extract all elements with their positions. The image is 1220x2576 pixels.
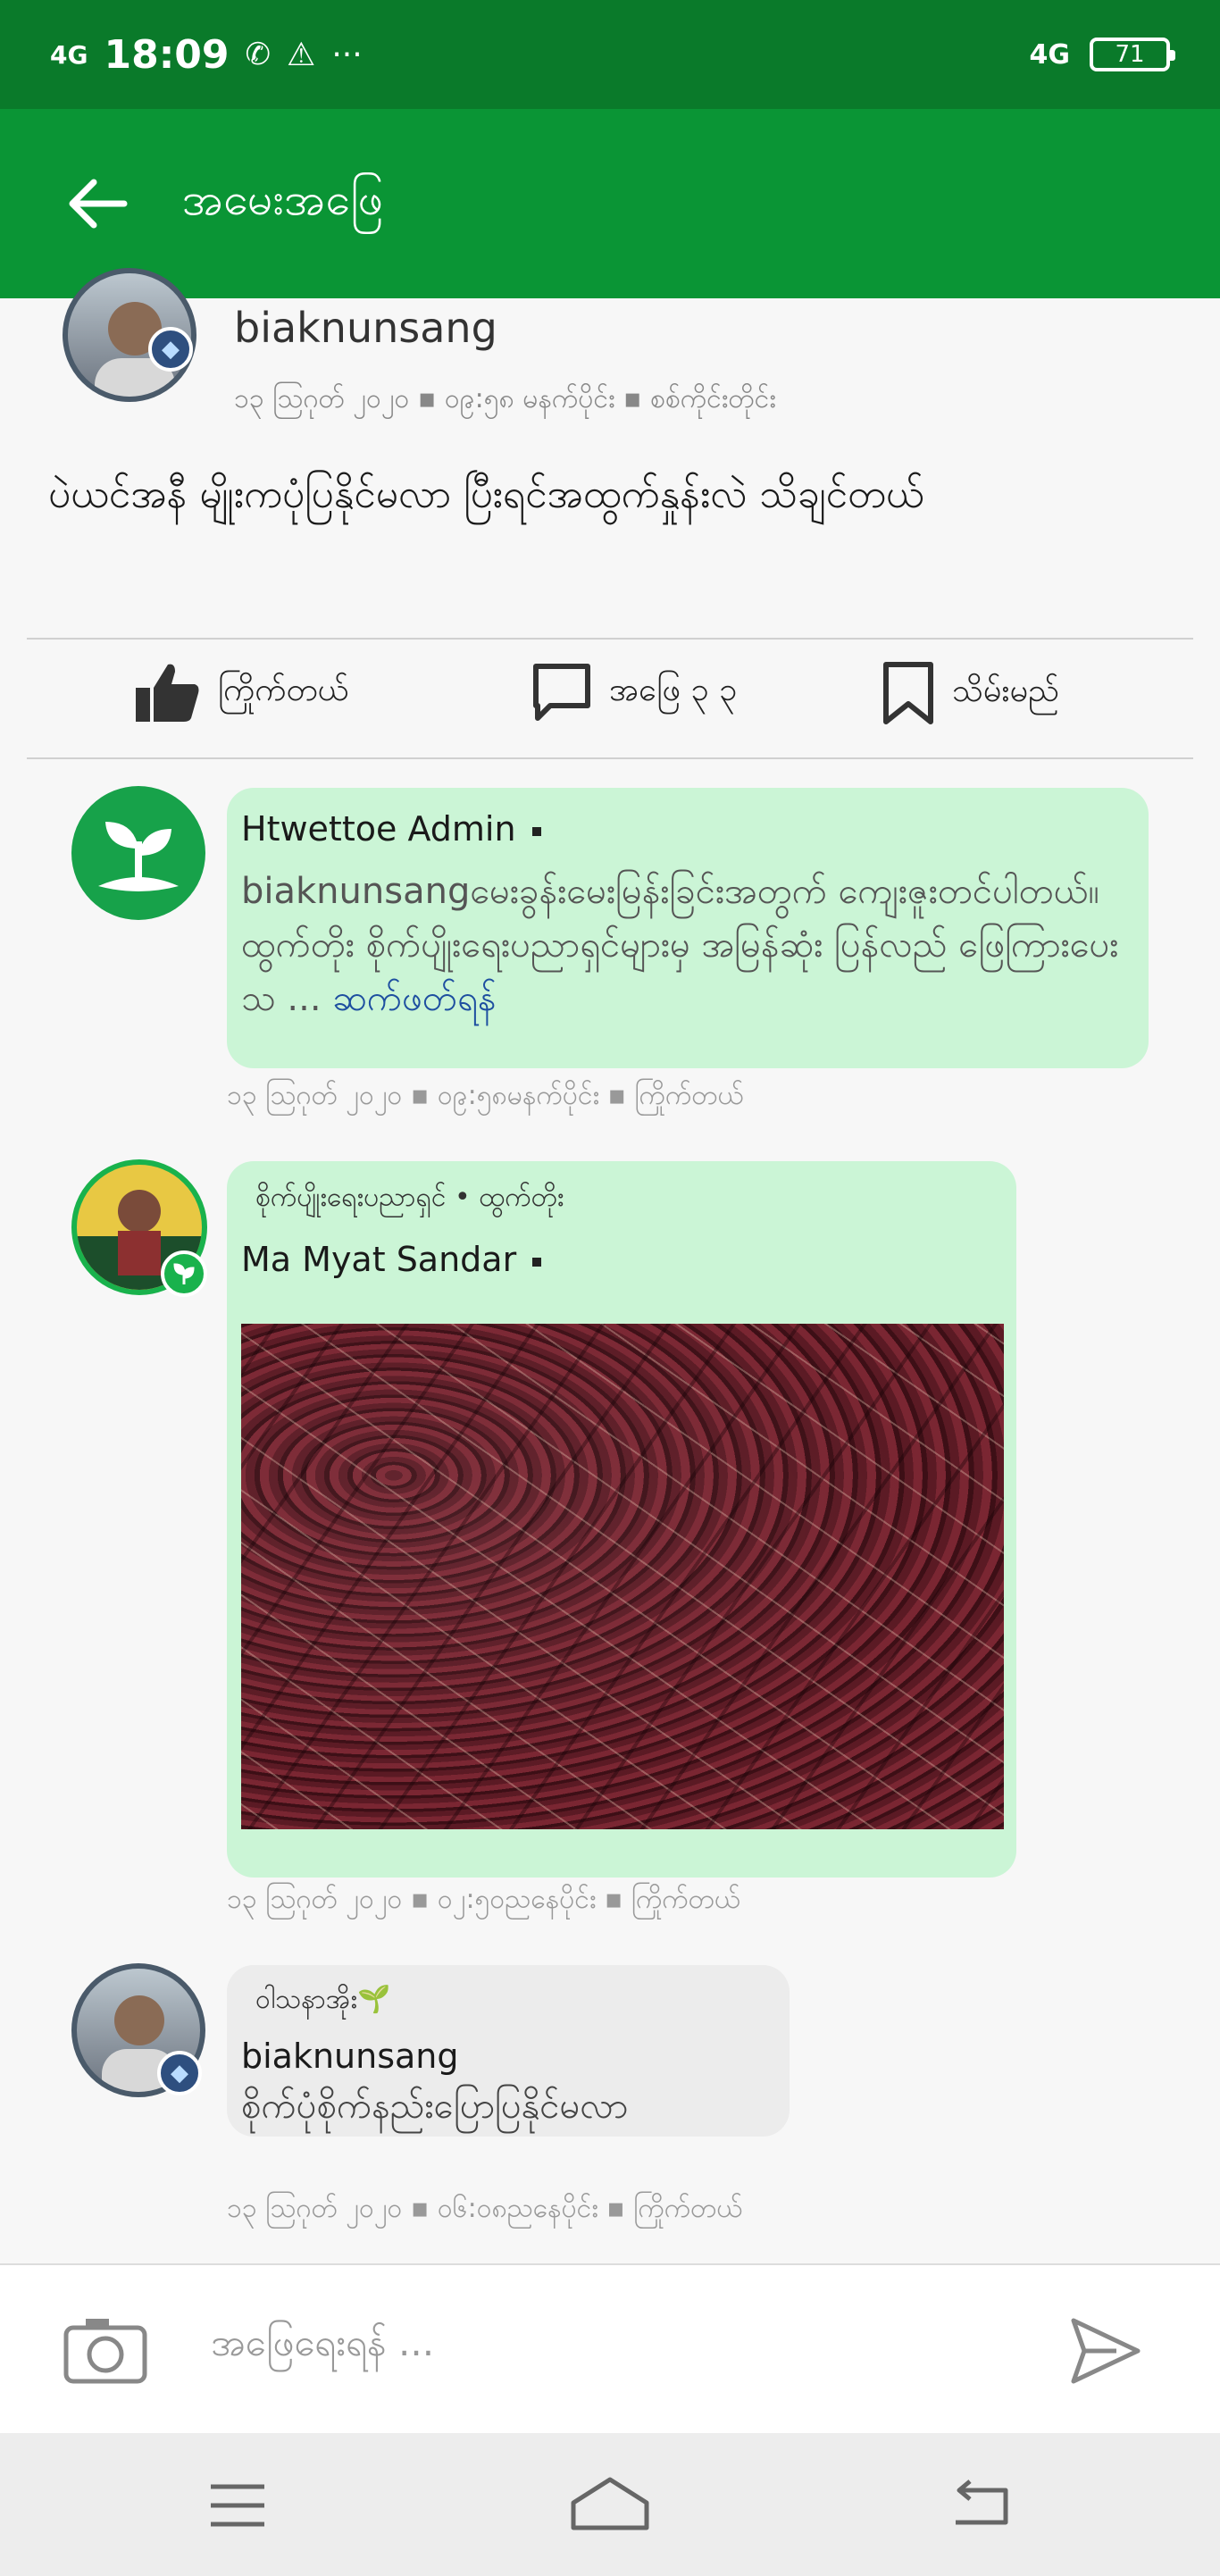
signal-icon: 4G — [50, 39, 88, 70]
send-icon — [1071, 2318, 1141, 2384]
comment-bubble: ဝါသနာအိုး🌱 biaknunsang စိုက်ပုံစိုက်နည်း… — [227, 1965, 790, 2137]
post-actions: ကြိုက်တယ် အဖြေ ၃ ၃ သိမ်းမည် — [0, 636, 1220, 747]
home-button[interactable] — [568, 2472, 652, 2538]
badge-dot — [532, 1257, 542, 1267]
badge-dot — [531, 826, 541, 836]
save-label: သိမ်းမည် — [952, 673, 1059, 709]
save-button[interactable]: သိမ်းမည် — [881, 661, 1059, 725]
like-label: ကြိုက်တယ် — [218, 672, 349, 708]
battery-icon: 71 — [1090, 38, 1175, 71]
gem-badge-icon: ◆ — [157, 2051, 202, 2095]
comment-text: biaknunsangမေးခွန်းမေးမြန်းခြင်းအတွက် ကျ… — [241, 865, 1134, 1025]
warning-icon: ⚠ — [287, 36, 316, 73]
system-nav-bar — [0, 2433, 1220, 2576]
answer-input[interactable]: အဖြေရေးရန် ... — [211, 2319, 434, 2374]
red-bean-photo[interactable] — [241, 1324, 1004, 1829]
menu-icon — [211, 2484, 264, 2527]
post-meta: ၁၃ ဩဂုတ် ၂၀၂၀ ▪ ၀၉:၅၈ မနက်ပိုင်း ▪ စစ်ကိ… — [234, 383, 776, 414]
admin-avatar[interactable] — [71, 786, 205, 920]
bookmark-icon — [883, 662, 933, 724]
post-body: ပဲယင်အနီ မျိုးကပုံပြနိုင်မလာ ပြီးရင်အထွက… — [48, 472, 924, 517]
thumbs-up-icon — [136, 664, 199, 722]
app-bar: အမေးအဖြေ — [0, 109, 1220, 298]
network-icon: 4G — [1029, 38, 1071, 71]
comment-icon — [533, 664, 590, 721]
messenger-icon: ✆ — [245, 37, 272, 72]
page-title: အမေးအဖြေ — [182, 172, 384, 225]
question-thread: ◆ biaknunsang ၁၃ ဩဂုတ် ၂၀၂၀ ▪ ၀၉:၅၈ မနက်… — [0, 268, 1220, 2263]
more-notifications-icon: ··· — [331, 36, 363, 73]
camera-button[interactable] — [63, 2313, 148, 2388]
leaf-badge-icon — [161, 1250, 207, 1297]
comment-role: ဝါသနာအိုး🌱 — [255, 1984, 391, 2015]
comment-author-name[interactable]: biaknunsang — [241, 2037, 459, 2076]
back-button[interactable] — [43, 150, 150, 257]
comment-meta: ၁၃ ဩဂုတ် ၂၀၂၀ ▪ ၀၉:၅၈မနက်ပိုင်း ▪ ကြိုက်… — [227, 1080, 744, 1111]
status-bar: 4G 18:09 ✆ ⚠ ··· 4G 71 — [0, 0, 1220, 109]
answers-label: အဖြေ ၃ ၃ — [609, 672, 738, 708]
answer-composer: အဖြေရေးရန် ... — [0, 2263, 1220, 2433]
menu-button[interactable] — [207, 2481, 268, 2533]
comment-author[interactable]: Ma Myat Sandar — [241, 1240, 542, 1279]
answers-button[interactable]: အဖြေ ၃ ၃ — [531, 661, 737, 723]
back-nav-button[interactable] — [948, 2478, 1013, 2535]
like-button[interactable]: ကြိုက်တယ် — [134, 661, 349, 723]
comment-text: စိုက်ပုံစိုက်နည်းပြောပြနိုင်မလာ — [241, 2086, 629, 2127]
comment-bubble: Htwettoe Admin biaknunsangမေးခွန်းမေးမြန… — [227, 788, 1149, 1068]
post-author[interactable]: biaknunsang — [234, 304, 497, 352]
gem-badge-icon: ◆ — [148, 327, 193, 372]
comment-author-name: Ma Myat Sandar — [241, 1240, 517, 1279]
comment-meta: ၁၃ ဩဂုတ် ၂၀၂၀ ▪ ၀၂:၅၀ညနေပိုင်း ▪ ကြိုက်တ… — [227, 1884, 740, 1915]
camera-icon — [63, 2319, 147, 2384]
send-button[interactable] — [1068, 2313, 1143, 2392]
arrow-left-icon — [69, 179, 128, 229]
comment-meta: ၁၃ ဩဂုတ် ၂၀၂၀ ▪ ၀၆:၀၈ညနေပိုင်း ▪ ကြိုက်တ… — [227, 2193, 743, 2224]
back-nav-icon — [956, 2480, 1008, 2525]
divider — [27, 757, 1193, 759]
comment-author-name: Htwettoe Admin — [241, 809, 516, 849]
comment-role: စိုက်ပျိုးရေးပညာရှင် • ထွက်တိုး — [255, 1182, 564, 1213]
clock: 18:09 — [104, 31, 230, 78]
comment-author[interactable]: Htwettoe Admin — [241, 809, 541, 849]
read-more-link[interactable]: ဆက်ဖတ်ရန် — [332, 978, 496, 1019]
home-icon — [571, 2477, 649, 2530]
battery-level: 71 — [1115, 41, 1145, 68]
